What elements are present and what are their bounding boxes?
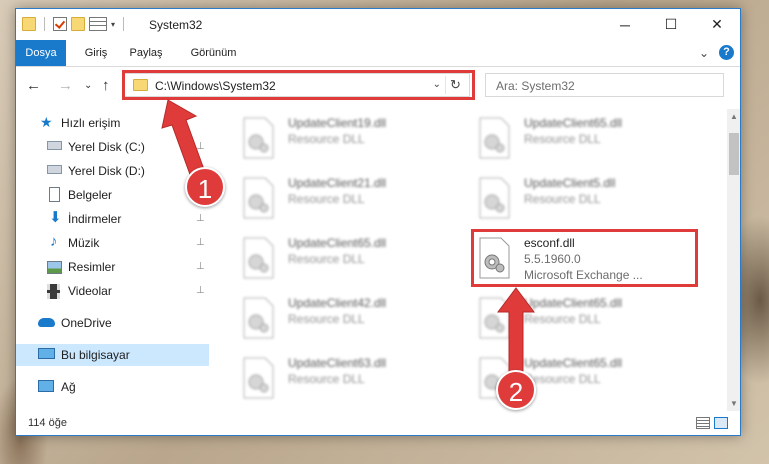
- step-badge-1: 1: [185, 167, 225, 207]
- annotation-arrows: [161, 99, 535, 373]
- arrow-2: [497, 287, 535, 373]
- step-badge-2: 2: [496, 370, 536, 410]
